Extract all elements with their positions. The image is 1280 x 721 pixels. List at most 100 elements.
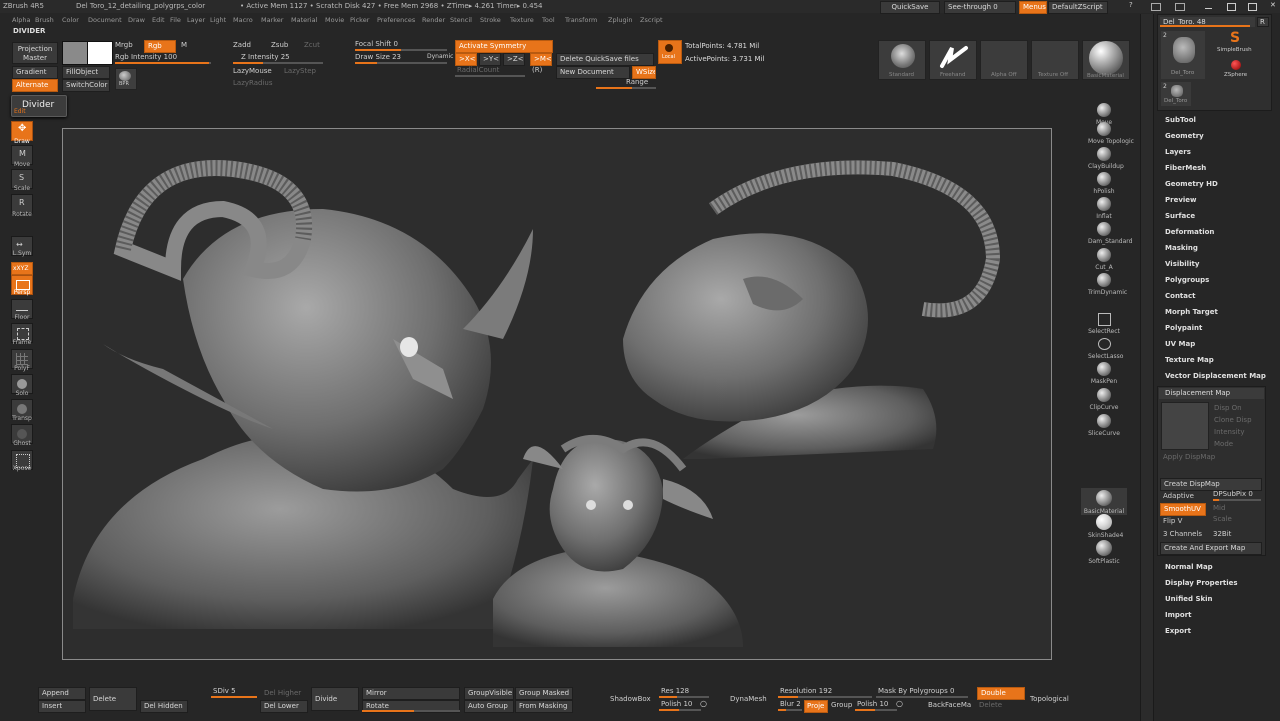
mask-by-polygroups-slider[interactable] — [876, 696, 968, 698]
material-basicmaterial[interactable]: BasicMaterial — [1081, 488, 1127, 515]
draw-size-slider[interactable] — [355, 62, 447, 64]
lazyradius-button[interactable]: LazyRadius — [233, 80, 272, 87]
menu-render[interactable]: Render — [422, 17, 445, 24]
menu-material[interactable]: Material — [291, 17, 317, 24]
menu-layer[interactable]: Layer — [187, 17, 205, 24]
brush-move-topologic[interactable]: Move Topologic — [1088, 122, 1134, 145]
right-tray-divider[interactable] — [1140, 14, 1154, 721]
restore-icon[interactable] — [1227, 3, 1236, 11]
subpalette-visibility[interactable]: Visibility — [1165, 261, 1199, 268]
clone-disp-button[interactable]: Clone Disp — [1214, 417, 1252, 424]
dynamic-button[interactable]: Dynamic — [427, 54, 453, 60]
brush-maskpen[interactable]: MaskPen — [1088, 362, 1120, 385]
secondary-color-swatch[interactable] — [62, 41, 88, 65]
symmetry-y-button[interactable]: >Y< — [479, 53, 501, 66]
menu-light[interactable]: Light — [210, 17, 226, 24]
displacement-map-header[interactable]: Displacement Map — [1159, 388, 1264, 399]
disp-on-button[interactable]: Disp On — [1214, 405, 1242, 412]
m-button[interactable]: M — [181, 42, 187, 49]
lazystep-button[interactable]: LazyStep — [284, 68, 316, 75]
dpsubpix-slider[interactable]: DPSubPix 0 — [1213, 491, 1253, 498]
rgb-intensity-slider[interactable] — [115, 62, 211, 64]
apply-dispmap-button[interactable]: Apply DispMap — [1163, 454, 1215, 461]
z-intensity-slider[interactable] — [233, 62, 323, 64]
blur-slider[interactable] — [778, 709, 802, 711]
menu-zscript[interactable]: Zscript — [640, 17, 663, 24]
mirror-button[interactable]: Mirror — [362, 687, 460, 700]
brush-hpolish[interactable]: hPolish — [1088, 172, 1120, 195]
polish2-toggle-icon[interactable]: ○ — [896, 700, 903, 708]
menu-picker[interactable]: Picker — [350, 17, 369, 24]
brush-inflat[interactable]: Inflat — [1088, 197, 1120, 220]
freehand-stroke-thumb[interactable]: Freehand — [929, 40, 977, 80]
dpsubpix-track[interactable] — [1213, 499, 1261, 501]
menu-alpha[interactable]: Alpha — [12, 17, 30, 24]
alpha-off-thumb[interactable]: Alpha Off — [980, 40, 1028, 80]
maximize-icon[interactable] — [1248, 3, 1257, 11]
resolution-slider[interactable] — [778, 696, 872, 698]
del-hidden-button[interactable]: Del Hidden — [140, 700, 188, 713]
brush-trimdynamic[interactable]: TrimDynamic — [1088, 273, 1127, 296]
subpalette-polygroups[interactable]: Polygroups — [1165, 277, 1209, 284]
subpalette-unified-skin[interactable]: Unified Skin — [1165, 596, 1213, 603]
brush-claybuildup[interactable]: ClayBuildup — [1088, 147, 1124, 170]
layout-icon[interactable] — [1151, 3, 1161, 11]
res-slider[interactable] — [659, 696, 709, 698]
menu-brush[interactable]: Brush — [35, 17, 54, 24]
channels-button[interactable]: 3 Channels — [1163, 531, 1202, 538]
material-skinshade4[interactable]: SkinShade4 — [1088, 514, 1123, 539]
scale-slider[interactable]: Scale — [1213, 516, 1232, 523]
bpr-button[interactable]: BPR — [115, 68, 137, 90]
layout2-icon[interactable] — [1175, 3, 1185, 11]
subpalette-layers[interactable]: Layers — [1165, 149, 1191, 156]
menu-stencil[interactable]: Stencil — [450, 17, 472, 24]
see-through-slider[interactable]: See-through 0 — [944, 1, 1016, 14]
subpalette-fibermesh[interactable]: FiberMesh — [1165, 165, 1206, 172]
sdiv-slider[interactable] — [211, 696, 257, 698]
fillobject-button[interactable]: FillObject — [62, 66, 110, 79]
focal-shift-slider[interactable] — [355, 49, 447, 51]
subpalette-uv-map[interactable]: UV Map — [1165, 341, 1195, 348]
symmetry-x-button[interactable]: >X< — [455, 53, 477, 66]
projection-master-button[interactable]: Projection Master — [12, 42, 58, 64]
xyz-button[interactable]: xXYZ — [11, 262, 33, 275]
bit-button[interactable]: 32Bit — [1213, 531, 1231, 538]
gradient-button[interactable]: Gradient — [12, 66, 58, 79]
brush-dam-standard[interactable]: Dam_Standard — [1088, 222, 1132, 245]
radialcount-slider[interactable] — [455, 75, 525, 77]
menu-edit[interactable]: Edit — [152, 17, 165, 24]
menu-draw[interactable]: Draw — [128, 17, 145, 24]
brush-clipcurve[interactable]: ClipCurve — [1088, 388, 1120, 411]
double-button[interactable]: Double — [977, 687, 1025, 700]
menus-button[interactable]: Menus — [1019, 1, 1047, 14]
document-canvas[interactable] — [62, 128, 1052, 660]
minimize-icon[interactable] — [1205, 8, 1212, 9]
subpalette-preview[interactable]: Preview — [1165, 197, 1197, 204]
subpalette-morph-target[interactable]: Morph Target — [1165, 309, 1218, 316]
polish-toggle-icon[interactable]: ○ — [700, 700, 707, 708]
subpalette-normal-map[interactable]: Normal Map — [1165, 564, 1213, 571]
menu-tool[interactable]: Tool — [542, 17, 555, 24]
subpalette-masking[interactable]: Masking — [1165, 245, 1198, 252]
subpalette-geometry-hd[interactable]: Geometry HD — [1165, 181, 1218, 188]
tool-thumb-deltoro[interactable]: 2 Del_Toro — [1161, 31, 1205, 79]
material-thumb[interactable]: BasicMaterial — [1082, 40, 1130, 80]
del-lower-button[interactable]: Del Lower — [260, 700, 308, 713]
subpalette-vector-displacement-map[interactable]: Vector Displacement Map — [1165, 373, 1266, 380]
project-button[interactable]: Proje — [804, 700, 828, 713]
range-slider[interactable] — [596, 87, 656, 89]
tool-thumb-zsphere[interactable]: ZSphere — [1212, 59, 1260, 83]
del-higher-button[interactable]: Del Higher — [264, 690, 301, 697]
divide-button[interactable]: Divide — [311, 687, 359, 711]
r-button[interactable]: R — [1257, 17, 1269, 27]
radial-r-button[interactable]: (R) — [532, 67, 542, 74]
lazymouse-button[interactable]: LazyMouse — [233, 68, 272, 75]
auto-group-button[interactable]: Auto Group — [464, 700, 514, 713]
primary-color-swatch[interactable] — [87, 41, 113, 65]
menu-texture[interactable]: Texture — [510, 17, 534, 24]
close-icon[interactable]: ✕ — [1270, 2, 1276, 9]
new-document-button[interactable]: New Document — [556, 66, 630, 79]
zcut-button[interactable]: Zcut — [304, 42, 320, 49]
polish-slider[interactable] — [659, 709, 701, 711]
smoothuv-button[interactable]: SmoothUV — [1160, 503, 1206, 516]
